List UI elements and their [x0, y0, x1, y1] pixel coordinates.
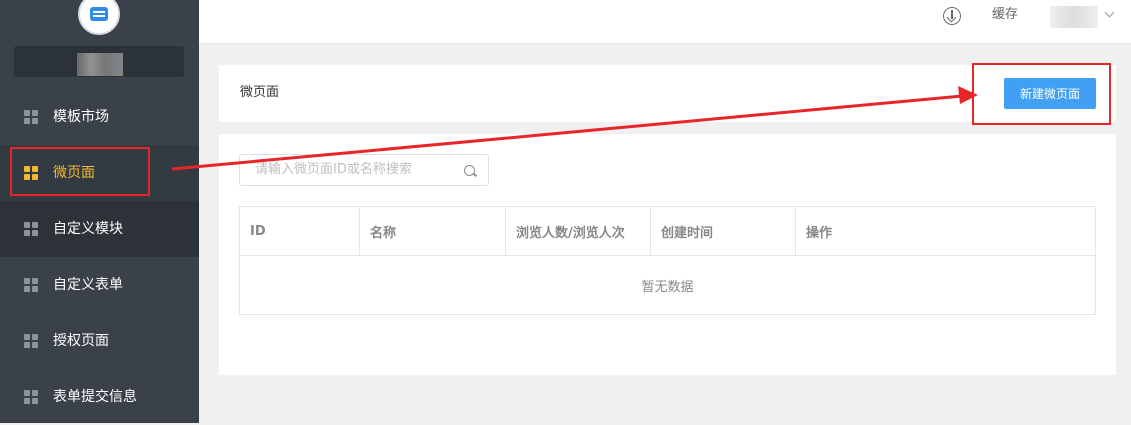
annotation-arrow: [171, 86, 978, 171]
